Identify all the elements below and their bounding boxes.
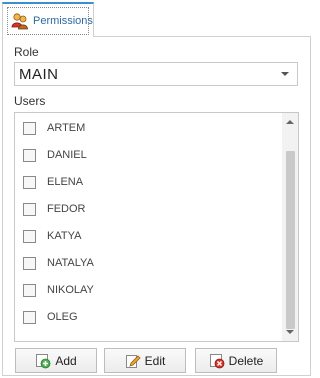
tab-permissions-label: Permissions [33,14,93,27]
user-name: NIKOLAY [47,284,94,296]
pencil-icon [125,354,141,368]
list-item[interactable]: NATALYA [23,254,94,272]
user-name: NATALYA [47,257,94,269]
list-item[interactable]: ELENA [23,173,83,191]
user-checkbox[interactable] [23,202,36,216]
delete-button-label: Delete [228,353,264,368]
user-name: ARTEM [47,122,86,134]
list-item[interactable]: FEDOR [23,200,86,218]
list-item[interactable]: KATYA [23,227,81,245]
delete-button[interactable]: Delete [195,348,277,373]
user-name: KATYA [47,230,82,242]
user-checkbox[interactable] [23,310,36,324]
scroll-down-icon[interactable] [286,330,294,334]
user-name: ELENA [47,176,84,188]
user-name: FEDOR [47,203,86,215]
list-item[interactable]: DANIEL [23,146,87,164]
user-checkbox[interactable] [23,175,36,189]
role-select-value: MAIN [19,65,59,83]
users-group-icon [11,12,28,29]
users-list[interactable]: ARTEM DANIEL ELENA FEDOR KATYA NATALYA N… [14,112,299,342]
scroll-up-icon[interactable] [286,120,294,124]
list-item[interactable]: NIKOLAY [23,281,94,299]
user-checkbox[interactable] [23,283,36,297]
user-name: DANIEL [47,149,87,161]
user-checkbox[interactable] [23,148,36,162]
role-select[interactable]: MAIN [14,62,298,86]
add-icon [36,353,51,368]
tab-permissions[interactable]: Permissions [2,2,94,37]
delete-icon [209,353,225,368]
user-checkbox[interactable] [23,256,36,270]
role-label: Role [14,45,39,59]
scroll-thumb[interactable] [286,151,295,329]
edit-button-label: Edit [144,353,166,368]
list-item[interactable]: ARTEM [23,119,85,137]
users-list-scrollbar[interactable] [282,113,298,341]
add-button-label: Add [55,353,77,368]
user-checkbox[interactable] [23,229,36,243]
add-button[interactable]: Add [15,348,97,373]
users-label: Users [14,94,46,108]
chevron-down-icon[interactable] [281,72,289,76]
user-name: OLEG [47,311,78,323]
list-item[interactable]: OLEG [23,308,78,326]
edit-button[interactable]: Edit [104,348,186,373]
user-checkbox[interactable] [23,121,36,135]
